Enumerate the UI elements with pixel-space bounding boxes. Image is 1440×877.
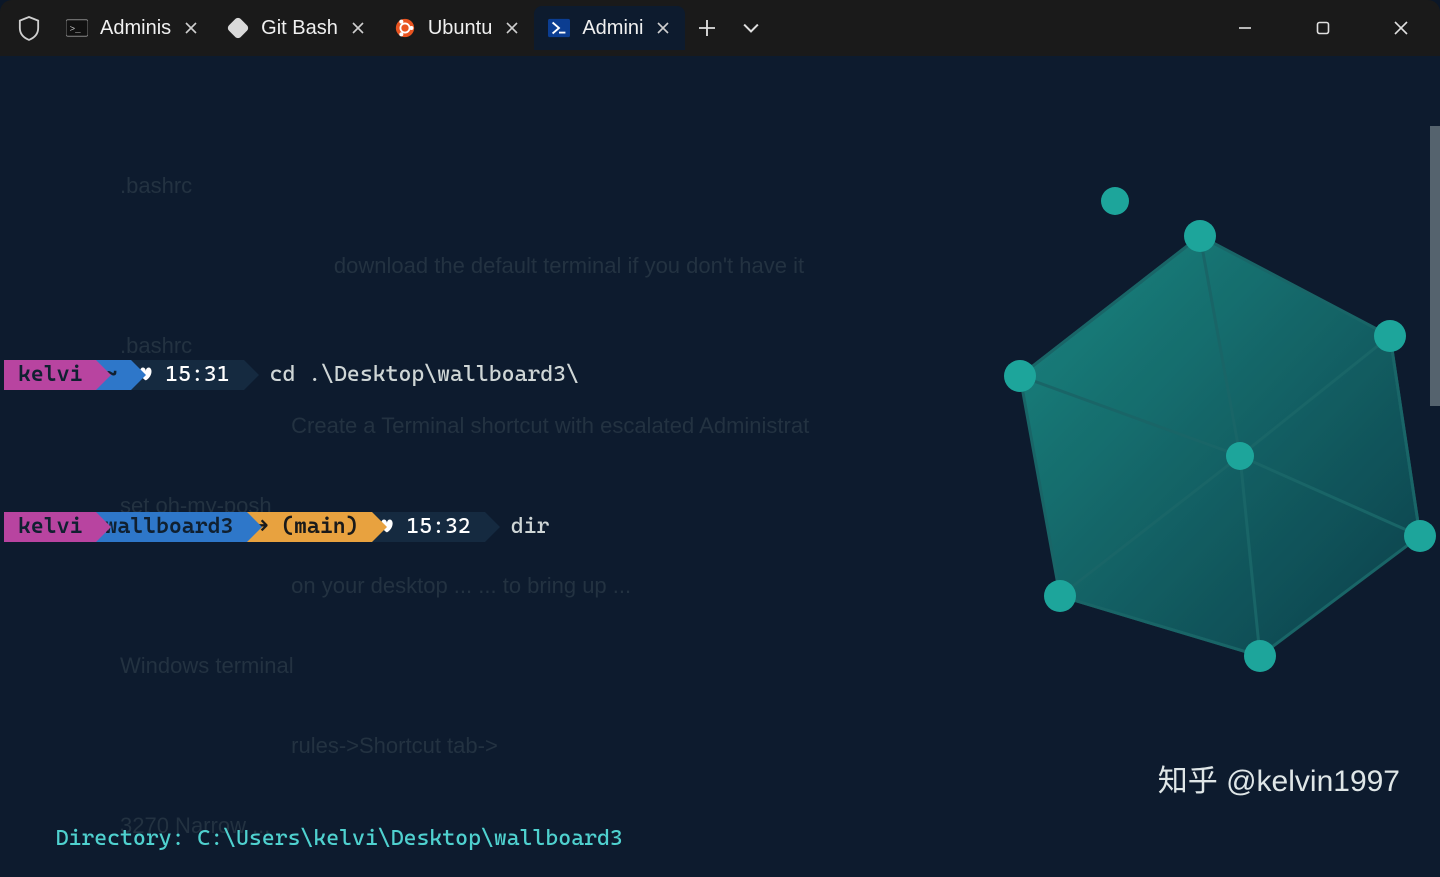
prompt-user-seg: kelvi [4,360,96,390]
close-icon[interactable] [183,20,199,36]
prompt-line: kelvi ~ ♥ 15:31 cd .\Desktop\wallboard3\ [4,360,1436,390]
prompt-line: kelvi wallboard3 → (main) ♥ 15:32 dir [4,512,1436,542]
maximize-button[interactable] [1284,0,1362,56]
terminal-viewport[interactable]: .bashrc download the default terminal if… [0,56,1440,877]
close-icon[interactable] [655,20,671,36]
tab-git-bash[interactable]: Git Bash [213,6,380,50]
tab-admin-cmd[interactable]: >_ Adminis [52,6,213,50]
shield-icon [18,15,40,41]
command-text: cd .\Desktop\wallboard3\ [270,360,579,390]
cmd-icon: >_ [66,17,88,39]
command-text: dir [511,512,550,542]
close-icon[interactable] [350,20,366,36]
directory-path-line: Directory: C:\Users\kelvi\Desktop\wallbo… [4,824,1436,854]
tab-label: Admini [582,17,643,40]
tab-label: Adminis [100,17,171,40]
prompt-user-seg: kelvi [4,512,96,542]
git-icon [227,17,249,39]
titlebar: >_ Adminis Git Bash Ubuntu Admini [0,0,1440,56]
svg-text:>_: >_ [70,24,81,35]
background-network-icon [940,176,1440,696]
powershell-icon [548,17,570,39]
minimize-button[interactable] [1206,0,1284,56]
new-tab-button[interactable] [685,6,729,50]
dir-listing: Directory: C:\Users\kelvi\Desktop\wallbo… [4,684,1436,877]
tab-ubuntu[interactable]: Ubuntu [380,6,535,50]
close-window-button[interactable] [1362,0,1440,56]
tab-label: Ubuntu [428,17,493,40]
tab-admin-ps[interactable]: Admini [534,6,685,50]
tab-dropdown-button[interactable] [729,6,773,50]
tab-label: Git Bash [261,17,338,40]
ubuntu-icon [394,17,416,39]
close-icon[interactable] [504,20,520,36]
